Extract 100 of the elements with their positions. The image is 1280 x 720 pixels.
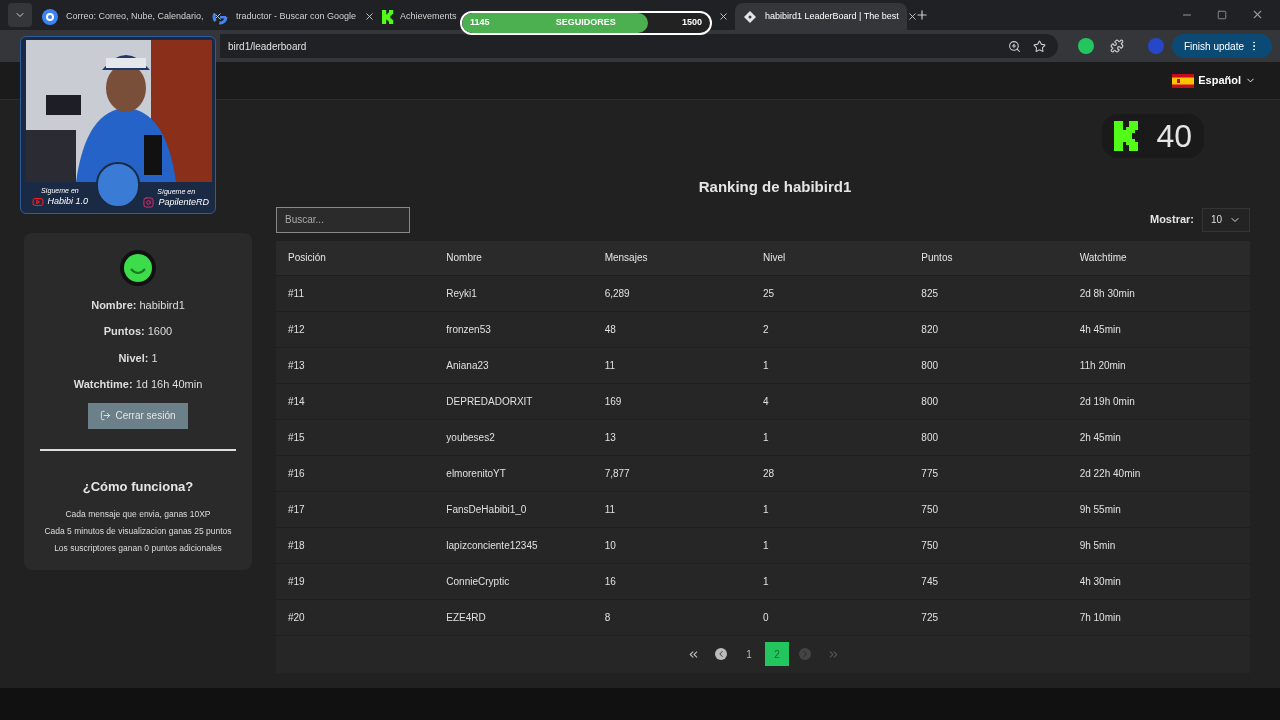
browser-tab[interactable]: Achievements — [378, 3, 455, 30]
table-cell-text: #13 — [288, 358, 306, 373]
profile-field: Puntos: 1600 — [103, 323, 173, 340]
followers-goal: 1500 — [681, 16, 702, 30]
zoom-icon[interactable] — [1007, 39, 1021, 53]
table-cell-text: 4h 45min — [1079, 322, 1122, 337]
close-icon[interactable] — [906, 11, 918, 22]
table-cell-text: 820 — [921, 322, 939, 337]
table-cell-text: #18 — [288, 538, 306, 553]
maximize-icon[interactable] — [1217, 9, 1227, 20]
table-cell-text: 11 — [604, 502, 617, 517]
how-it-works-title: ¿Cómo funciona? — [82, 477, 194, 496]
column-header: Nivel — [763, 251, 787, 265]
table-cell-text: 2d 19h 0min — [1079, 394, 1136, 409]
table-cell-text: 8 — [604, 610, 612, 625]
followers-current: 1145 — [470, 16, 490, 30]
table-cell-text: 7,877 — [604, 466, 631, 481]
table-cell-text: 11 — [604, 358, 617, 373]
table-cell-text: 9h 5min — [1079, 538, 1117, 553]
table-cell-text: 6,289 — [604, 286, 631, 301]
browser-tab[interactable]: Correo: Correo, Nube, Calendario, — [34, 3, 202, 30]
column-header: Mensajes — [604, 251, 649, 265]
search-field[interactable]: Buscar... — [276, 206, 410, 233]
table-cell-text: 4 — [763, 394, 770, 409]
table-cell-text: 800 — [921, 358, 939, 373]
table-cell-text: #15 — [288, 430, 306, 445]
extensions-icon[interactable] — [1109, 39, 1124, 53]
column-header: Nombre — [446, 251, 483, 265]
table-cell-text: 750 — [921, 502, 939, 517]
table-cell-text: 2d 8h 30min — [1079, 286, 1136, 301]
table-cell-text: 1 — [763, 430, 770, 445]
table-cell-text: 1 — [763, 574, 770, 589]
table-cell-text: 800 — [921, 430, 939, 445]
table-cell-text: 775 — [921, 466, 939, 481]
finish-update-button[interactable]: Finish update — [1171, 34, 1272, 58]
chevron-left-icon — [716, 649, 726, 659]
mail-icon — [42, 8, 58, 25]
video-play-icon — [31, 196, 44, 208]
kick-follower-badge: 40 — [1102, 114, 1204, 158]
table-cell-text: 10 — [604, 538, 617, 553]
table-cell-text: 48 — [604, 322, 617, 337]
table-cell-text: 750 — [921, 538, 939, 553]
rule-text: Cada mensaje que envia, ganas 10XP — [65, 508, 211, 521]
close-icon[interactable] — [1251, 8, 1264, 21]
new-tab-icon[interactable] — [915, 8, 929, 22]
social-handle: PapilenteRD — [158, 196, 209, 208]
extension-icon[interactable] — [1077, 38, 1094, 54]
diamond-icon — [743, 9, 757, 24]
followers-label: SEGUIDORES — [555, 16, 616, 30]
table-cell-text: youbeses2 — [446, 430, 496, 445]
table-cell-text: lapizconciente12345 — [446, 538, 539, 553]
table-cell-text: 16 — [604, 574, 617, 589]
table-cell-text: #11 — [288, 286, 305, 301]
tab-title: traductor - Buscar con Google — [236, 9, 357, 23]
logout-icon — [100, 410, 112, 421]
table-cell-text: 0 — [763, 610, 770, 625]
table-cell-text: Aniana23 — [446, 358, 490, 373]
profile-field: Nombre: habibird1 — [91, 296, 185, 313]
page-title: Ranking de habibird1 — [698, 177, 852, 197]
table-cell-text: elmorenitoYT — [446, 466, 507, 481]
column-header: Posición — [288, 251, 327, 265]
table-cell-text: #16 — [288, 466, 306, 481]
page-button[interactable]: 1 — [737, 642, 761, 666]
chevron-right-icon — [800, 649, 810, 659]
table-cell-text: 2 — [763, 322, 770, 337]
table-cell-text: 2h 45min — [1079, 430, 1122, 445]
table-cell-text: DEPREDADORXIT — [446, 394, 534, 409]
table-cell-text: 25 — [763, 286, 776, 301]
language-selector[interactable]: Español — [1172, 72, 1256, 89]
tab-search-button[interactable] — [8, 3, 32, 27]
table-cell-text: 825 — [921, 286, 939, 301]
tab-title: Achievements — [400, 9, 457, 23]
profile-field: Watchtime: 1d 16h 40min — [73, 376, 203, 393]
address-field[interactable]: bird1/leaderboard — [220, 34, 1058, 58]
spain-flag-icon — [1172, 73, 1195, 88]
table-cell-text: 800 — [921, 394, 939, 409]
table-cell-text: 1 — [763, 538, 770, 553]
table-cell-text: Reyki1 — [446, 286, 478, 301]
table-cell-text: FansDeHabibi1_0 — [446, 502, 528, 517]
table-cell-text: fronzen53 — [446, 322, 492, 337]
profile-field: Nivel: 1 — [118, 349, 158, 366]
table-cell-text: 725 — [921, 610, 939, 625]
table-cell-text: #19 — [288, 574, 306, 589]
rule-text: Cada 5 minutos de visualizacion ganas 25 puntos — [44, 524, 232, 538]
browser-tab[interactable]: traductor - Buscar con Google — [204, 3, 376, 30]
close-icon[interactable] — [364, 11, 376, 22]
table-cell-text: ConnieCryptic — [446, 574, 511, 589]
kick-logo-icon — [382, 9, 396, 24]
page-size-select[interactable]: 10 — [1202, 207, 1250, 232]
table-cell-text: 11h 20min — [1079, 358, 1127, 373]
close-icon[interactable] — [718, 11, 729, 22]
table-cell-text: 169 — [604, 394, 623, 409]
bookmark-star-icon[interactable] — [1032, 39, 1046, 53]
avatar-icon — [119, 248, 157, 287]
tab-title: habibird1 LeaderBoard | The best — [765, 9, 899, 23]
table-cell-text: #20 — [288, 610, 306, 625]
table-cell-text: EZE4RD — [446, 610, 487, 625]
table-cell-text: 1 — [763, 502, 770, 517]
column-header: Puntos — [921, 251, 954, 265]
tab-title: Correo: Correo, Nube, Calendario, — [66, 9, 204, 23]
